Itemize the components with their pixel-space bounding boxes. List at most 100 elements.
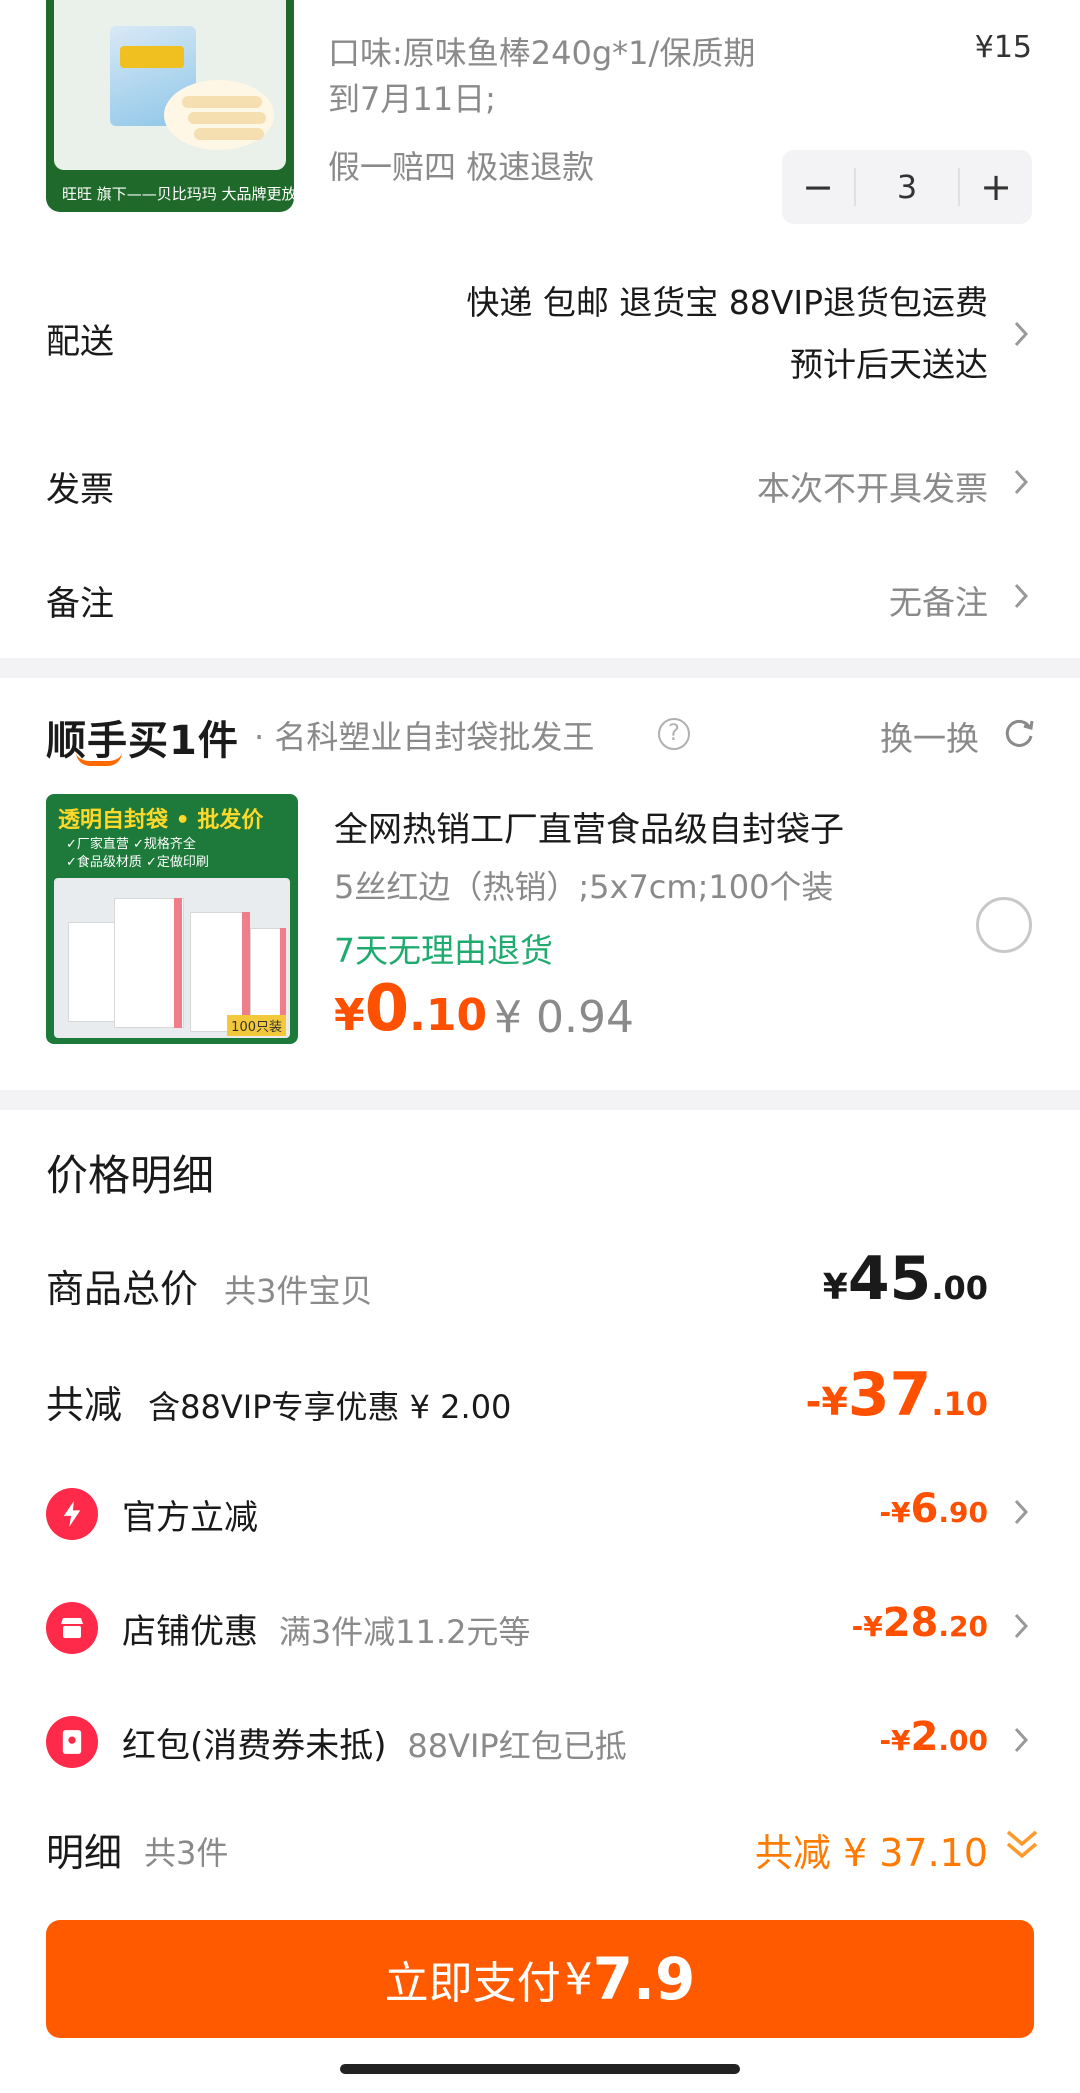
lightning-icon xyxy=(46,1488,98,1540)
bag xyxy=(190,912,250,1032)
reduce-int: 37 xyxy=(847,1360,932,1430)
total-currency: ¥ xyxy=(822,1267,848,1308)
increase-button[interactable]: + xyxy=(960,150,1032,224)
remark-value[interactable]: 无备注 xyxy=(889,576,988,624)
addon-original-price: ¥ 0.94 xyxy=(494,992,634,1043)
chevron-right-icon[interactable] xyxy=(1006,1604,1036,1648)
double-chevron-down-icon[interactable] xyxy=(1004,1822,1040,1866)
red-packet-amount[interactable]: -¥2.00 xyxy=(879,1714,988,1760)
quantity-value[interactable]: 3 xyxy=(854,168,960,206)
shop-discount-label-text: 店铺优惠 xyxy=(122,1612,258,1652)
shop-discount-int: 28 xyxy=(882,1600,939,1646)
product-image-bg xyxy=(54,0,286,170)
fish-stick xyxy=(182,96,262,108)
addon-shop-name[interactable]: · 名科塑业自封袋批发王 xyxy=(254,712,594,758)
quantity-stepper[interactable]: − 3 + xyxy=(782,150,1032,224)
reduce-dec: .10 xyxy=(931,1385,988,1423)
official-discount-currency: -¥ xyxy=(879,1496,911,1529)
addon-price-int: 0 xyxy=(364,972,410,1046)
red-packet-sub: 88VIP红包已抵 xyxy=(407,1727,627,1765)
chevron-right-icon[interactable] xyxy=(1006,460,1036,504)
red-packet-currency: -¥ xyxy=(879,1724,911,1757)
red-packet-label: 红包(消费券未抵) 88VIP红包已抵 xyxy=(122,1718,627,1767)
addon-product-image[interactable]: 透明自封袋 • 批发价 ✓厂家直营 ✓规格齐全 ✓食品级材质 ✓定做印刷 100… xyxy=(46,794,298,1044)
reduce-currency: -¥ xyxy=(805,1380,848,1424)
chevron-right-icon[interactable] xyxy=(1006,1718,1036,1762)
chevron-right-icon[interactable] xyxy=(1006,1490,1036,1534)
reduce-label: 共减 含88VIP专享优惠 ¥ 2.00 xyxy=(46,1374,511,1429)
invoice-label: 发票 xyxy=(46,470,114,510)
fish-stick xyxy=(188,112,266,124)
red-packet-int: 2 xyxy=(910,1714,939,1760)
addon-image-title: 透明自封袋 • 批发价 xyxy=(58,808,264,833)
bags-illustration: 100只装 xyxy=(54,878,290,1038)
red-packet-icon xyxy=(46,1716,98,1768)
home-indicator[interactable] xyxy=(340,2064,740,2074)
shop-discount-label: 店铺优惠 满3件减11.2元等 xyxy=(122,1604,530,1653)
remark-label: 备注 xyxy=(46,584,114,624)
shop-icon xyxy=(46,1602,98,1654)
delivery-eta[interactable]: 预计后天送达 xyxy=(790,338,988,386)
red-packet-dec: .00 xyxy=(938,1724,988,1757)
official-discount-dec: .90 xyxy=(938,1496,988,1529)
product-brand-strip: 旺旺 旗下——贝比玛玛 大品牌更放心 xyxy=(62,185,294,203)
help-icon[interactable]: ? xyxy=(658,718,690,750)
swap-button[interactable]: 换一换 xyxy=(880,712,979,760)
addon-image-sub: ✓厂家直营 ✓规格齐全 ✓食品级材质 ✓定做印刷 xyxy=(66,836,209,872)
product-price: ¥15 xyxy=(974,30,1032,65)
product-box-label xyxy=(120,46,184,68)
addon-product-spec: 5丝红边（热销）;5x7cm;100个装 xyxy=(334,868,834,906)
official-discount-amount[interactable]: -¥6.90 xyxy=(879,1486,988,1532)
section-divider xyxy=(0,1090,1080,1110)
delivery-methods[interactable]: 快递 包邮 退货宝 88VIP退货包运费 xyxy=(466,276,988,324)
bag-red-edge xyxy=(174,898,182,1028)
total-sub: 共3件宝贝 xyxy=(224,1272,373,1310)
pay-amount: 7.9 xyxy=(592,1945,696,2013)
smile-icon xyxy=(76,752,122,766)
bag-count-badge: 100只装 xyxy=(227,1015,286,1036)
addon-logo-text: 顺手买1件 xyxy=(46,718,239,764)
product-spec: 口味:原味鱼棒240g*1/保质期到7月11日; xyxy=(328,34,756,118)
fish-stick xyxy=(194,128,264,140)
addon-price: ¥0.10 xyxy=(334,972,487,1046)
chevron-right-icon[interactable] xyxy=(1006,574,1036,618)
reduce-label-text: 共减 xyxy=(46,1383,123,1427)
addon-logo: 顺手买1件 xyxy=(46,708,239,766)
addon-image-sub1: ✓厂家直营 ✓规格齐全 xyxy=(66,837,196,852)
shop-discount-sub: 满3件减11.2元等 xyxy=(278,1613,531,1651)
red-packet-label-text: 红包(消费券未抵) xyxy=(122,1726,387,1766)
detail-total[interactable]: 共减 ¥ 37.10 xyxy=(755,1822,988,1877)
section-divider xyxy=(0,658,1080,678)
total-dec: .00 xyxy=(931,1269,988,1307)
price-detail-title: 价格明细 xyxy=(46,1151,215,1200)
addon-product-title[interactable]: 全网热销工厂直营食品级自封袋子 xyxy=(334,802,844,851)
decrease-button[interactable]: − xyxy=(782,150,854,224)
invoice-value[interactable]: 本次不开具发票 xyxy=(757,462,988,510)
reduce-sub: 含88VIP专享优惠 ¥ 2.00 xyxy=(148,1388,512,1426)
addon-return-policy: 7天无理由退货 xyxy=(334,931,553,970)
total-int: 45 xyxy=(847,1244,932,1314)
product-image[interactable]: 旺旺 旗下——贝比玛玛 大品牌更放心 xyxy=(46,0,294,212)
product-guarantee: 假一赔四 极速退款 xyxy=(328,148,595,186)
addon-image-sub2: ✓食品级材质 ✓定做印刷 xyxy=(66,855,209,870)
total-amount: ¥45.00 xyxy=(823,1244,988,1314)
chevron-right-icon[interactable] xyxy=(1006,312,1036,356)
pay-label: 立即支付 xyxy=(384,1958,561,2009)
detail-label[interactable]: 明细 xyxy=(46,1822,122,1877)
total-label-text: 商品总价 xyxy=(46,1267,199,1311)
total-label: 商品总价 共3件宝贝 xyxy=(46,1258,372,1313)
shop-discount-currency: -¥ xyxy=(851,1610,883,1643)
addon-price-symbol: ¥ xyxy=(334,990,365,1041)
official-discount-int: 6 xyxy=(910,1486,939,1532)
addon-price-dec: .10 xyxy=(409,990,488,1041)
delivery-label: 配送 xyxy=(46,322,114,362)
shop-discount-amount[interactable]: -¥28.20 xyxy=(852,1600,988,1646)
refresh-icon[interactable] xyxy=(1002,716,1036,750)
official-discount-label: 官方立减 xyxy=(122,1498,258,1538)
bag-red-edge xyxy=(242,912,250,1032)
addon-select-radio[interactable] xyxy=(976,897,1032,953)
pay-now-button[interactable]: 立即支付 ¥7.9 xyxy=(46,1920,1034,2038)
shop-discount-dec: .20 xyxy=(938,1610,988,1643)
reduce-amount: -¥37.10 xyxy=(806,1360,988,1430)
pay-currency: ¥ xyxy=(564,1953,593,2005)
